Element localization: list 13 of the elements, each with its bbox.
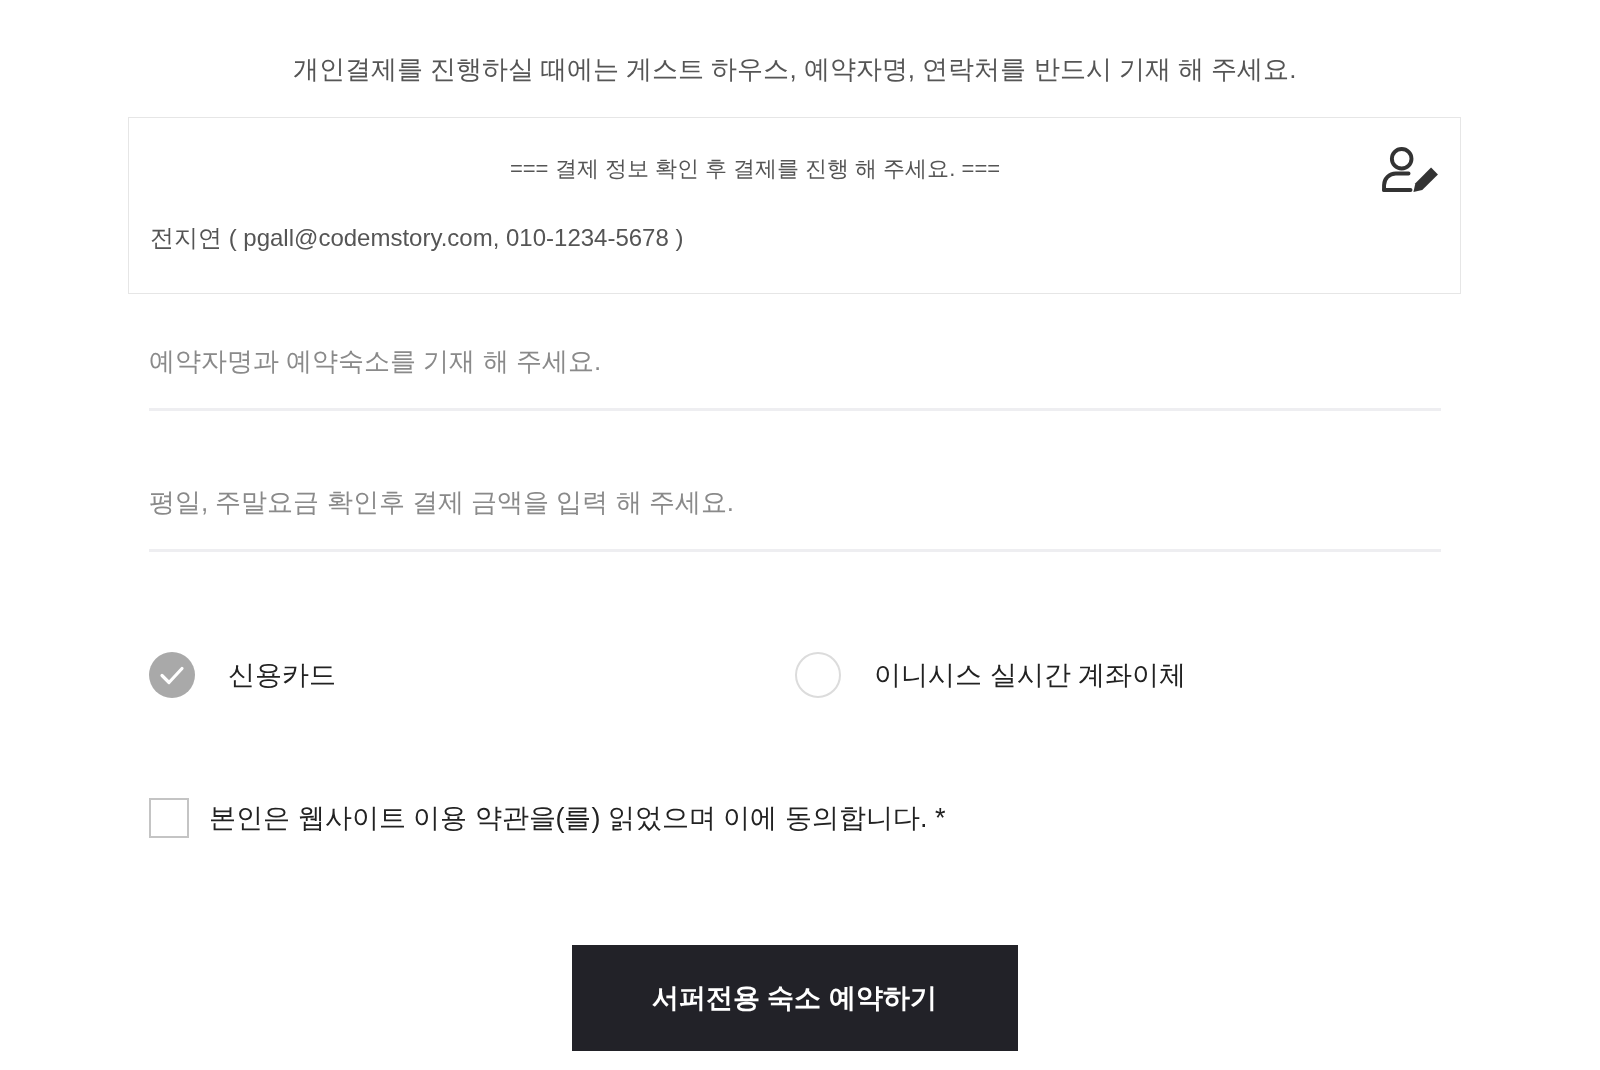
input-field[interactable]: 예약자명과 예약숙소를 기재 해 주세요. bbox=[149, 336, 1441, 411]
info-title: === 결제 정보 확인 후 결제를 진행 해 주세요. === bbox=[508, 155, 1002, 183]
reserve-button[interactable]: 서퍼전용 숙소 예약하기 bbox=[571, 945, 1018, 1051]
agreement-label: 본인은 웹사이트 이용 약관을(를) 읽었으며 이에 동의합니다. * bbox=[209, 802, 946, 835]
radio-label: 이니시스 실시간 계좌이체 bbox=[874, 659, 1186, 692]
radio-label: 신용카드 bbox=[228, 659, 336, 692]
buyer-info-text: 전지연 ( pgall@codemstory.com, 010-1234-5678 ) bbox=[150, 223, 685, 253]
checkbox[interactable] bbox=[149, 798, 189, 838]
person-pencil-icon bbox=[1381, 146, 1440, 194]
input-field[interactable]: 평일, 주말요금 확인후 결제 금액을 입력 해 주세요. bbox=[149, 477, 1441, 552]
radio-button[interactable] bbox=[795, 652, 841, 698]
radio-button[interactable] bbox=[149, 652, 195, 698]
notice-text: 개인결제를 진행하실 때에는 게스트 하우스, 예약자명, 연락처를 반드시 기재 해 주세요. bbox=[291, 53, 1298, 86]
